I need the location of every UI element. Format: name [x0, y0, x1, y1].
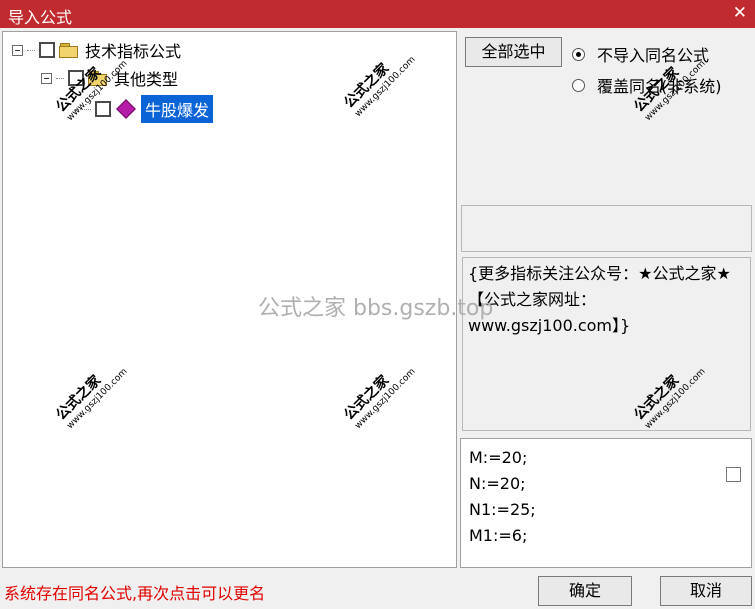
ok-button[interactable]: 确定: [538, 576, 632, 606]
tree-item-label[interactable]: 牛股爆发: [141, 95, 214, 123]
folder-icon: [59, 42, 79, 58]
code-line: M:=20;: [469, 448, 528, 467]
window-title: 导入公式: [8, 8, 73, 27]
status-message: 系统存在同名公式,再次点击可以更名: [4, 584, 266, 603]
radio-selected-icon[interactable]: [572, 47, 585, 61]
code-preview[interactable]: M:=20; N:=20; N1:=25; M1:=6;: [460, 438, 752, 568]
close-icon[interactable]: ✕: [733, 3, 747, 23]
code-line: N:=20;: [469, 474, 526, 493]
code-line: M1:=6;: [469, 526, 528, 545]
info-text: {更多指标关注公众号：★公式之家★【公式之家网址：www.gszj100.com…: [468, 264, 731, 335]
empty-box: [461, 205, 752, 252]
select-all-button[interactable]: 全部选中: [465, 37, 562, 67]
root-checkbox[interactable]: [39, 42, 55, 58]
cancel-button[interactable]: 取消: [660, 576, 752, 606]
item-checkbox[interactable]: [95, 101, 111, 117]
formula-icon: [116, 99, 136, 119]
collapse-icon[interactable]: [12, 44, 23, 56]
tree-root[interactable]: 技术指标公式: [12, 37, 181, 63]
info-box: {更多指标关注公众号：★公式之家★【公式之家网址：www.gszj100.com…: [462, 257, 751, 431]
center-watermark: 公式之家 bbs.gszb.top: [258, 296, 494, 321]
radio-unselected-icon[interactable]: [572, 78, 585, 92]
title-bar: 导入公式 ✕: [0, 0, 755, 28]
collapse-icon[interactable]: [41, 72, 52, 84]
code-checkbox[interactable]: [726, 467, 741, 482]
code-line: N1:=25;: [469, 500, 536, 519]
